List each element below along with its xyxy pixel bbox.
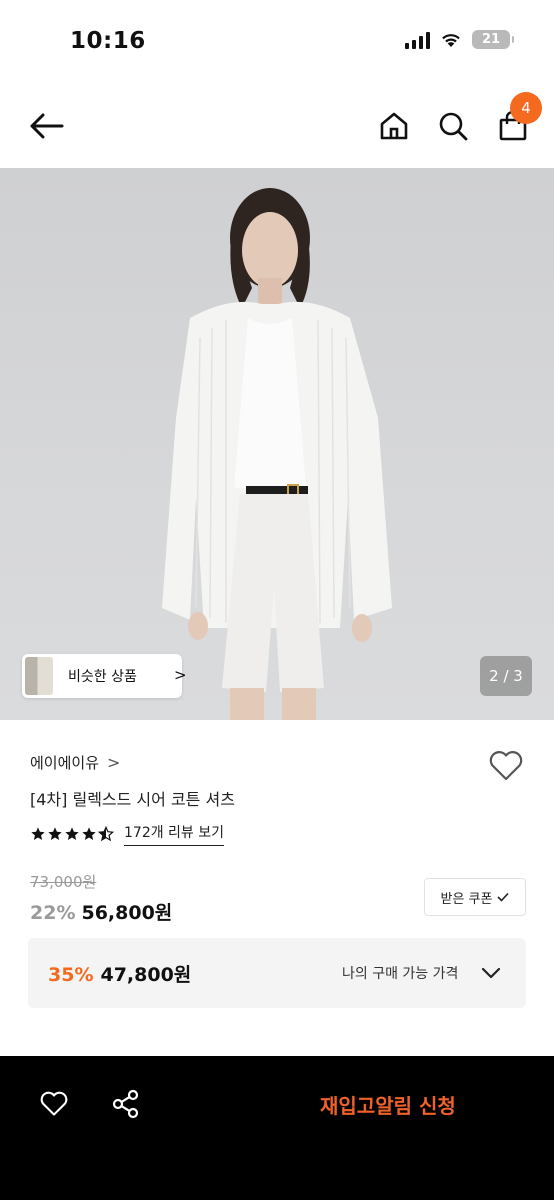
discount-rate: 22% bbox=[30, 902, 76, 924]
battery-level: 21 bbox=[481, 32, 501, 47]
bottom-action-bar: 재입고알림 신청 bbox=[0, 1056, 554, 1200]
star-rating bbox=[30, 826, 114, 842]
received-coupon-button[interactable]: 받은 쿠폰 bbox=[424, 878, 526, 916]
check-icon bbox=[497, 892, 510, 902]
wishlist-button[interactable] bbox=[486, 746, 526, 786]
brand-link[interactable]: 에이에이유 > bbox=[30, 752, 120, 773]
status-icons: 21 bbox=[405, 30, 514, 49]
half-star-icon bbox=[98, 826, 114, 842]
status-bar: 10:16 21 bbox=[0, 0, 554, 80]
brand-name: 에이에이유 bbox=[30, 754, 100, 772]
my-purchasable-price-box[interactable]: 35% 47,800원 나의 구매 가능 가격 bbox=[28, 938, 526, 1008]
my-price-values: 35% 47,800원 bbox=[48, 960, 191, 987]
star-icon bbox=[31, 827, 45, 840]
product-image[interactable]: 비슷한 상품 > 2 / 3 bbox=[0, 168, 554, 720]
battery-icon: 21 bbox=[472, 30, 514, 49]
heart-icon bbox=[40, 1091, 68, 1116]
similar-product-thumbnail bbox=[25, 657, 53, 695]
home-button[interactable] bbox=[374, 106, 414, 146]
wifi-icon bbox=[442, 34, 460, 47]
chevron-down-icon bbox=[481, 967, 501, 979]
heart-icon bbox=[489, 751, 523, 781]
star-icon bbox=[65, 827, 79, 840]
my-price-label: 나의 구매 가능 가격 bbox=[342, 966, 459, 982]
product-title: [4차] 릴렉스드 시어 코튼 셔츠 bbox=[30, 790, 235, 809]
similar-products-button[interactable]: 비슷한 상품 > bbox=[22, 654, 187, 698]
nav-bar bbox=[0, 88, 554, 166]
sale-price: 56,800원 bbox=[81, 902, 173, 924]
my-price: 47,800원 bbox=[100, 964, 192, 986]
search-icon bbox=[439, 112, 468, 141]
similar-products-label: 비슷한 상품 bbox=[68, 669, 137, 685]
arrow-left-icon bbox=[30, 113, 64, 139]
coupon-label: 받은 쿠폰 bbox=[440, 891, 493, 907]
search-button[interactable] bbox=[433, 106, 473, 146]
status-time: 10:16 bbox=[70, 28, 146, 54]
signal-icon bbox=[405, 31, 430, 49]
my-discount-rate: 35% bbox=[48, 964, 94, 986]
chevron-right-icon: > bbox=[107, 753, 121, 772]
product-photo bbox=[162, 188, 392, 720]
rating-row: 172개 리뷰 보기 bbox=[30, 822, 225, 846]
star-icon bbox=[48, 827, 62, 840]
home-icon bbox=[380, 112, 408, 140]
cart-count-badge: 4 bbox=[510, 92, 542, 124]
restock-alert-button[interactable]: 재입고알림 신청 bbox=[320, 1090, 456, 1119]
chevron-right-icon: > bbox=[174, 666, 187, 684]
image-page-indicator: 2 / 3 bbox=[480, 656, 532, 696]
price-row: 22% 56,800원 bbox=[30, 898, 172, 925]
share-icon bbox=[112, 1089, 139, 1119]
back-button[interactable] bbox=[24, 106, 68, 146]
star-icon bbox=[82, 827, 96, 840]
review-link[interactable]: 172개 리뷰 보기 bbox=[124, 822, 225, 846]
original-price: 73,000원 bbox=[30, 873, 97, 891]
bottom-wishlist-button[interactable] bbox=[36, 1086, 72, 1122]
share-button[interactable] bbox=[108, 1086, 144, 1122]
